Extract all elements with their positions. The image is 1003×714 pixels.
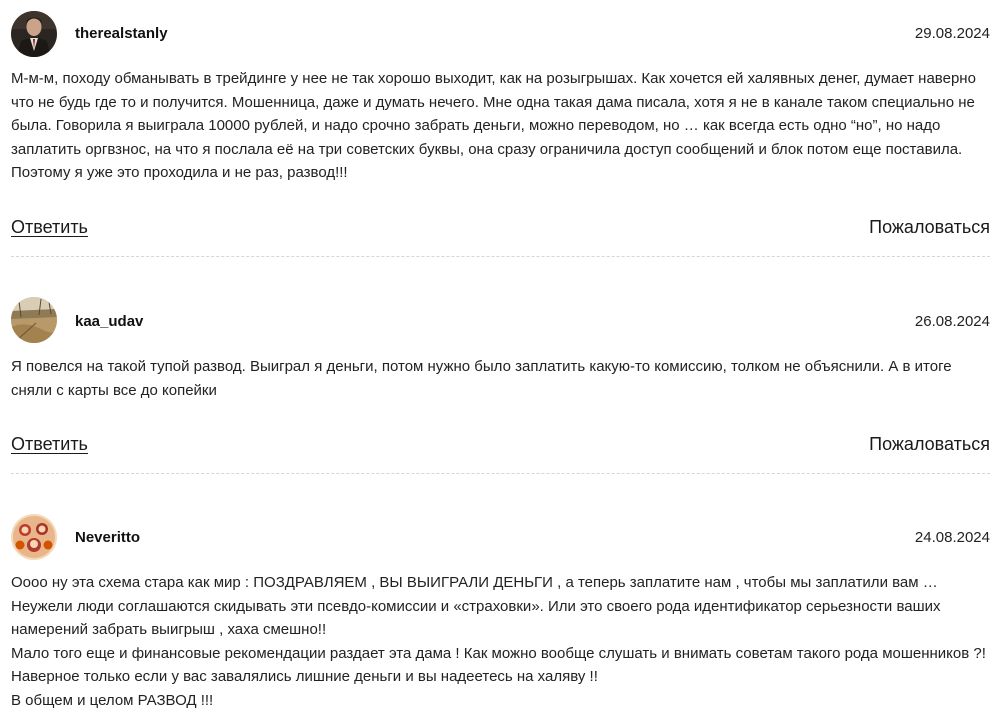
comment-username[interactable]: therealstanly <box>75 25 168 42</box>
avatar[interactable] <box>11 297 57 343</box>
avatar[interactable] <box>11 514 57 560</box>
comment-username[interactable]: kaa_udav <box>75 313 143 330</box>
comment-username[interactable]: Neveritto <box>75 529 140 546</box>
comment-paragraph: Оооо ну эта схема стара как мир : ПОЗДРА… <box>11 574 941 638</box>
user-avatar-illustration-family-icon <box>11 514 57 560</box>
comment-date: 29.08.2024 <box>914 25 990 42</box>
user-avatar-photo-man-suit-icon <box>11 11 57 57</box>
comment-text: Оооо ну эта схема стара как мир : ПОЗДРА… <box>11 571 996 712</box>
reply-button[interactable]: Ответить <box>11 434 88 455</box>
reply-button[interactable]: Ответить <box>11 217 88 238</box>
comment-text: Я повелся на такой тупой развод. Выиграл… <box>11 358 952 399</box>
divider <box>11 256 990 257</box>
comment-date: 24.08.2024 <box>914 529 990 546</box>
user-avatar-photo-field-icon <box>11 297 57 343</box>
report-button[interactable]: Пожаловаться <box>869 217 990 238</box>
divider <box>11 473 990 474</box>
avatar[interactable] <box>11 11 57 57</box>
comments-list: therealstanly 29.08.2024 М-м-м, походу о… <box>0 0 1003 714</box>
comment-date: 26.08.2024 <box>914 313 990 330</box>
comment-paragraph: Мало того еще и финансовые рекомендации … <box>11 644 986 686</box>
comment-paragraph: В общем и целом РАЗВОД !!! <box>11 691 214 709</box>
comment-text: М-м-м, походу обманывать в трейдинге у н… <box>11 70 976 181</box>
report-button[interactable]: Пожаловаться <box>869 434 990 455</box>
